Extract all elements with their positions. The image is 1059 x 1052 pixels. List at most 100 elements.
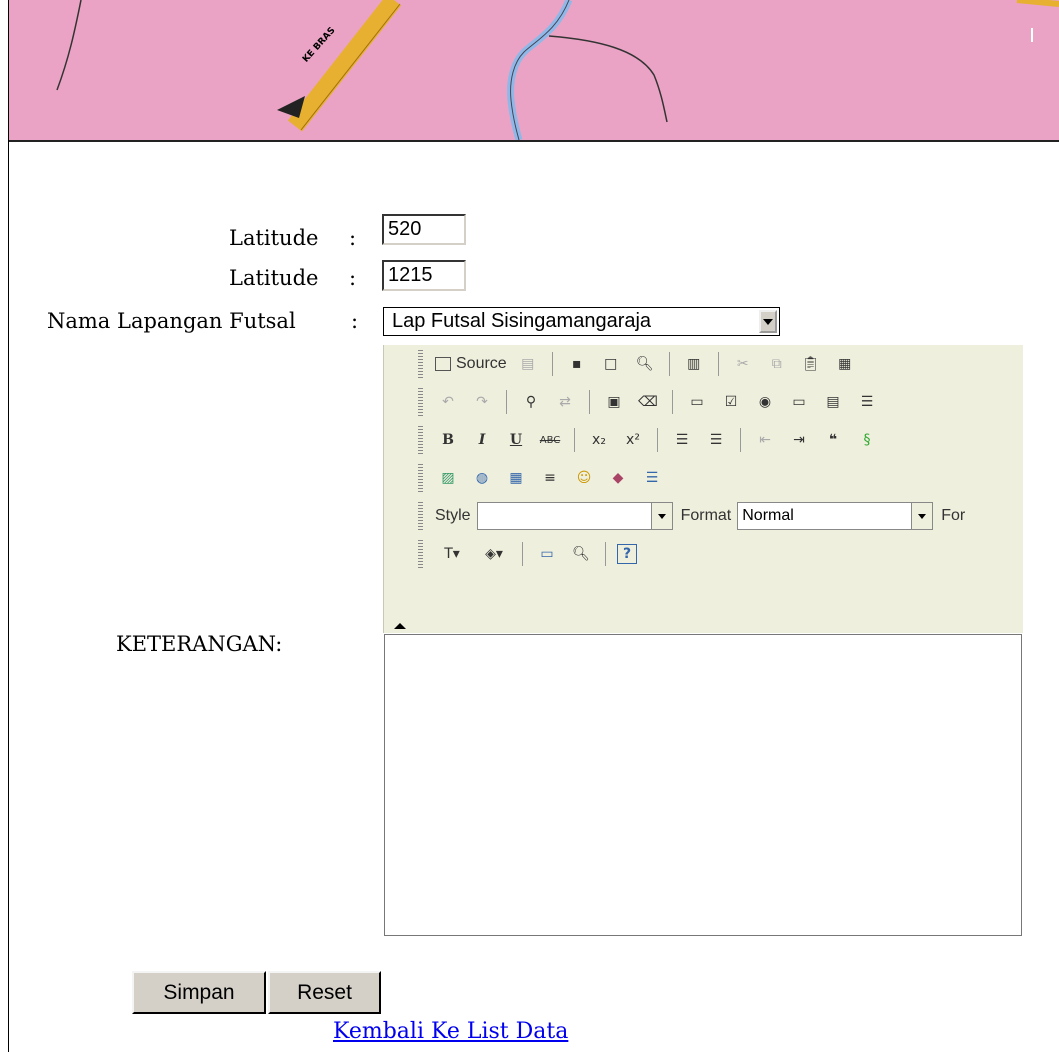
maximize-icon[interactable]: ▭ [534,541,560,567]
copy-icon[interactable]: ⧉ [764,351,790,377]
page-border [8,0,9,1052]
new-page-icon[interactable]: □ [598,351,624,377]
toolbar-separator [668,352,670,376]
style-label: Style [435,507,471,524]
toolbar-collapse-icon[interactable] [394,623,406,629]
toolbar-row-1: Source ▤ ▪ □ 🔍︎ ▥ ✂ ⧉ 📋︎ ▦ [418,345,862,383]
nama-lapangan-label: Nama Lapangan Futsal [47,309,296,333]
toolbar-grip [418,388,423,416]
flash-icon[interactable]: ◍ [469,465,495,491]
paste-text-icon[interactable]: ▦ [832,351,858,377]
font-label: For [941,507,966,524]
toolbar-separator [717,352,719,376]
outdent-icon[interactable]: ⇤ [752,427,778,453]
format-label: Format [680,507,732,524]
chevron-down-icon[interactable] [911,503,933,529]
div-icon[interactable]: § [854,427,880,453]
toolbar-grip [418,540,423,568]
source-label: Source [456,355,507,372]
toolbar-row-3: B I U ABC x₂ x² ☰ ☰ ⇤ ⇥ ❝ § [418,421,884,459]
chevron-down-icon[interactable] [759,310,777,333]
subscript-icon[interactable]: x₂ [586,427,612,453]
reset-button[interactable]: Reset [268,971,381,1014]
chevron-down-icon[interactable] [650,503,672,529]
nama-lapangan-selected: Lap Futsal Sisingamangaraja [392,310,652,332]
preview-icon[interactable]: 🔍︎ [632,351,658,377]
latitude-input[interactable]: 520 [382,214,466,245]
find-icon[interactable]: ⚲ [518,389,544,415]
map-banner: KE BRAS [9,0,1059,142]
toolbar-grip [418,350,423,378]
longitude-colon: : [349,266,357,290]
cut-icon[interactable]: ✂ [730,351,756,377]
italic-icon[interactable]: I [469,427,495,453]
templates-icon[interactable]: ▤ [515,351,541,377]
about-icon[interactable]: ? [617,544,637,564]
toolbar-separator [551,352,553,376]
rich-text-toolbar: Source ▤ ▪ □ 🔍︎ ▥ ✂ ⧉ 📋︎ ▦ ↶ ↷ ⚲ ⇄ ▣ ⌫ ▭… [383,345,1023,633]
show-blocks-icon[interactable]: 🔍︎ [568,541,594,567]
toolbar-grip [418,426,423,454]
select-all-icon[interactable]: ▣ [601,389,627,415]
save-icon[interactable]: ▪ [564,351,590,377]
toolbar-row-6: T▾ ◈▾ ▭ 🔍︎ ? [418,535,641,573]
superscript-icon[interactable]: x² [620,427,646,453]
blockquote-icon[interactable]: ❝ [820,427,846,453]
strikethrough-icon[interactable]: ABC [537,427,563,453]
toolbar-separator [740,428,741,452]
toolbar-row-2: ↶ ↷ ⚲ ⇄ ▣ ⌫ ▭ ☑ ◉ ▭ ▤ ☰ [418,383,884,421]
longitude-label: Latitude [229,266,319,290]
background-color-icon[interactable]: ◈▾ [477,541,511,567]
textarea-icon[interactable]: ▤ [820,389,846,415]
toolbar-separator [522,542,523,566]
underline-icon[interactable]: U [503,427,529,453]
document-icon[interactable]: ▥ [681,351,707,377]
toolbar-separator [657,428,658,452]
redo-icon[interactable]: ↷ [469,389,495,415]
style-combo[interactable] [476,502,673,530]
toolbar-row-5: Style Format Normal For [418,497,971,535]
nama-lapangan-select[interactable]: Lap Futsal Sisingamangaraja [383,307,780,336]
format-combo[interactable]: Normal [737,502,934,530]
source-button[interactable]: Source [435,351,507,377]
indent-icon[interactable]: ⇥ [786,427,812,453]
nama-lapangan-colon: : [351,309,359,333]
form-icon[interactable]: ▭ [684,389,710,415]
page-break-icon[interactable]: ☰ [639,465,665,491]
format-combo-value: Normal [742,507,794,524]
checkbox-icon[interactable]: ☑ [718,389,744,415]
radio-icon[interactable]: ◉ [752,389,778,415]
latitude-label: Latitude [229,226,319,250]
bold-icon[interactable]: B [435,427,461,453]
toolbar-separator [574,428,575,452]
map-graphic [56,0,1059,140]
remove-format-icon[interactable]: ⌫ [635,389,661,415]
toolbar-grip [418,502,423,530]
undo-icon[interactable]: ↶ [435,389,461,415]
save-button[interactable]: Simpan [132,971,266,1014]
source-icon [435,357,451,371]
paste-icon[interactable]: 📋︎ [798,351,824,377]
textfield-icon[interactable]: ▭ [786,389,812,415]
keterangan-label: KETERANGAN: [116,632,283,656]
ordered-list-icon[interactable]: ☰ [669,427,695,453]
replace-icon[interactable]: ⇄ [552,389,578,415]
toolbar-separator [506,390,507,414]
keterangan-editor[interactable] [384,634,1022,936]
toolbar-separator [589,390,590,414]
table-icon[interactable]: ▦ [503,465,529,491]
latitude-colon: : [349,226,357,250]
smiley-icon[interactable]: ☺ [571,465,597,491]
image-icon[interactable]: ▨ [435,465,461,491]
toolbar-row-4: ▨ ◍ ▦ ≡ ☺ ◆ ☰ [418,459,669,497]
bullet-list-icon[interactable]: ☰ [703,427,729,453]
text-color-icon[interactable]: T▾ [435,541,469,567]
longitude-input[interactable]: 1215 [382,260,466,291]
toolbar-separator [605,542,606,566]
select-list-icon[interactable]: ☰ [854,389,880,415]
toolbar-grip [418,464,423,492]
horizontal-rule-icon[interactable]: ≡ [537,465,563,491]
back-to-list-link[interactable]: Kembali Ke List Data [333,1019,568,1044]
toolbar-separator [672,390,673,414]
special-char-icon[interactable]: ◆ [605,465,631,491]
